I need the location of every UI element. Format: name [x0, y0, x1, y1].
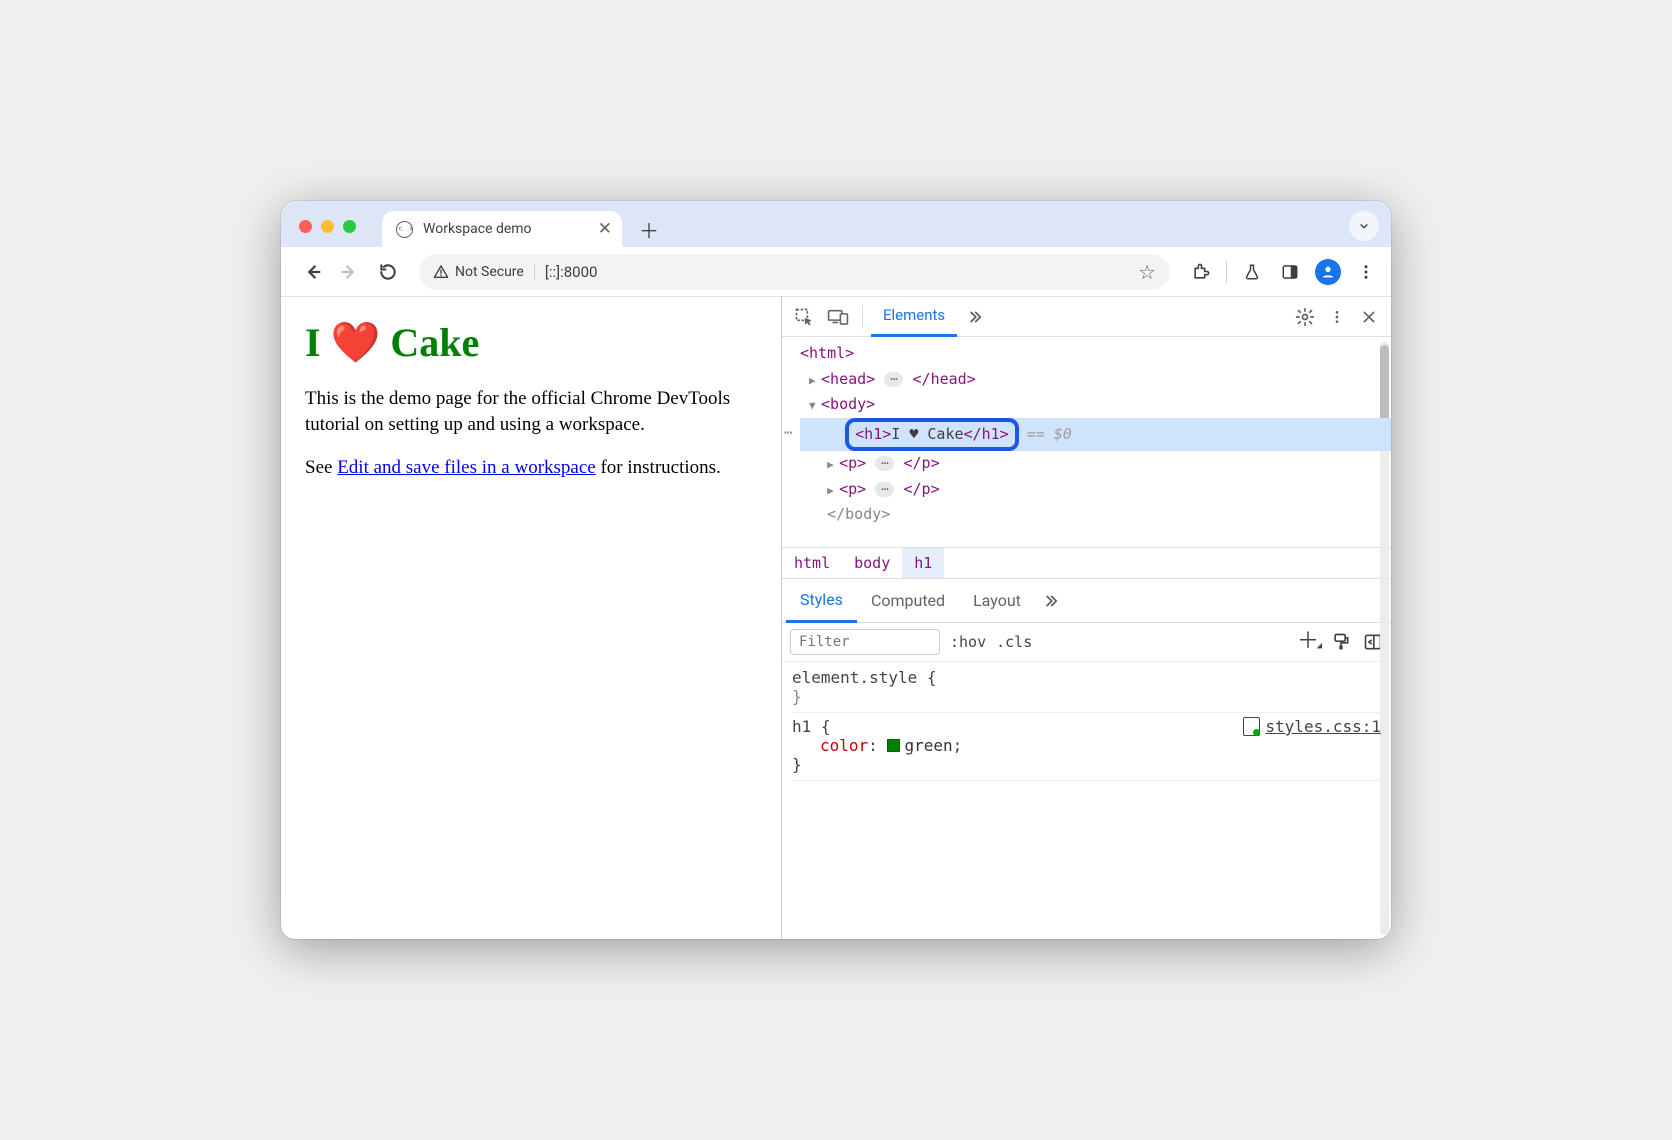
browser-tab[interactable]: Workspace demo ✕ — [382, 211, 622, 247]
page-paragraph-2: See Edit and save files in a workspace f… — [305, 455, 757, 481]
crumb-body[interactable]: body — [842, 548, 902, 578]
avatar-icon — [1315, 259, 1341, 285]
chevron-down-icon — [1357, 219, 1371, 233]
toolbar-icons — [1184, 255, 1383, 289]
address-bar[interactable]: Not Secure [::]:8000 ☆ — [419, 254, 1170, 290]
styles-tabbar: Styles Computed Layout — [782, 579, 1391, 623]
dom-tree[interactable]: <html> ▶<head> ⋯ </head> ▼<body> ⋯ <h1>I… — [782, 337, 1391, 547]
tab-close-button[interactable]: ✕ — [598, 219, 612, 239]
close-icon — [1361, 309, 1377, 325]
css-property[interactable]: color: green; — [792, 736, 1381, 755]
chevron-double-right-icon — [1042, 592, 1060, 610]
dom-node[interactable]: ▶<p> ⋯ </p> — [800, 477, 1391, 503]
styles-pane[interactable]: element.style { } styles.css:1 h1 { colo… — [782, 662, 1391, 939]
browser-window: Workspace demo ✕ ＋ Not Secure [::]:8000 … — [281, 201, 1391, 939]
back-button[interactable] — [295, 255, 329, 289]
cls-toggle[interactable]: .cls — [996, 633, 1032, 651]
devtools-panel: Elements <html> — [781, 297, 1391, 939]
paint-icon[interactable] — [1331, 632, 1351, 652]
minimize-window-button[interactable] — [321, 220, 334, 233]
extensions-button[interactable] — [1184, 255, 1218, 289]
new-style-rule-button[interactable]: ＋◢ — [1297, 635, 1319, 649]
chevron-double-right-icon — [966, 308, 984, 326]
close-window-button[interactable] — [299, 220, 312, 233]
menu-button[interactable] — [1349, 255, 1383, 289]
more-tabs-button[interactable] — [959, 301, 991, 333]
device-toggle-button[interactable] — [822, 301, 854, 333]
url-text: [::]:8000 — [545, 263, 598, 281]
styles-filter-input[interactable] — [790, 629, 940, 655]
reload-button[interactable] — [371, 255, 405, 289]
devtools-close-button[interactable] — [1353, 301, 1385, 333]
tab-title: Workspace demo — [423, 221, 532, 237]
more-subtabs-button[interactable] — [1035, 585, 1067, 617]
tab-strip: Workspace demo ✕ ＋ — [281, 201, 1391, 247]
devtools-settings-button[interactable] — [1289, 301, 1321, 333]
warning-icon — [433, 264, 449, 280]
inspect-icon — [794, 307, 814, 327]
labs-button[interactable] — [1235, 255, 1269, 289]
p2-post: for instructions. — [596, 457, 721, 478]
side-panel-button[interactable] — [1273, 255, 1307, 289]
puzzle-icon — [1192, 262, 1211, 281]
maximize-window-button[interactable] — [343, 220, 356, 233]
subtab-layout[interactable]: Layout — [959, 579, 1035, 623]
dom-breadcrumbs: html body h1 — [782, 547, 1391, 579]
tab-search-button[interactable] — [1349, 211, 1379, 241]
security-label: Not Secure — [455, 264, 524, 280]
page-viewport: I ❤️ Cake This is the demo page for the … — [281, 297, 781, 939]
tab-elements[interactable]: Elements — [871, 297, 957, 337]
dom-node: </body> — [800, 502, 1391, 528]
console-ref: == $0 — [1027, 422, 1072, 448]
p2-pre: See — [305, 457, 337, 478]
color-swatch[interactable] — [887, 739, 900, 752]
style-rule-h1[interactable]: styles.css:1 h1 { color: green; } — [792, 713, 1381, 781]
styles-toolbar: :hov .cls ＋◢ — [782, 623, 1391, 662]
dom-node[interactable]: ▼<body> — [800, 392, 1391, 418]
crumb-h1[interactable]: h1 — [902, 548, 944, 578]
workspace-docs-link[interactable]: Edit and save files in a workspace — [337, 457, 596, 478]
profile-button[interactable] — [1311, 255, 1345, 289]
hover-toggle[interactable]: :hov — [950, 633, 986, 651]
forward-button[interactable] — [333, 255, 367, 289]
crumb-html[interactable]: html — [782, 548, 842, 578]
rule-close: } — [792, 687, 1381, 706]
bookmark-button[interactable]: ☆ — [1138, 260, 1156, 284]
devtools-tabbar: Elements — [782, 297, 1391, 337]
kebab-icon — [1357, 263, 1375, 281]
separator — [862, 305, 863, 329]
toolbar: Not Secure [::]:8000 ☆ — [281, 247, 1391, 297]
security-chip[interactable]: Not Secure — [433, 264, 535, 280]
rule-selector: element.style { — [792, 668, 1381, 687]
content-area: I ❤️ Cake This is the demo page for the … — [281, 297, 1391, 939]
flask-icon — [1243, 263, 1261, 281]
row-actions-icon[interactable]: ⋯ — [784, 422, 793, 446]
new-tab-button[interactable]: ＋ — [634, 214, 664, 244]
style-rule-element[interactable]: element.style { } — [792, 664, 1381, 713]
subtab-styles[interactable]: Styles — [786, 579, 857, 623]
subtab-computed[interactable]: Computed — [857, 579, 959, 623]
window-controls — [299, 220, 356, 233]
panel-icon — [1281, 263, 1299, 281]
dom-node[interactable]: <html> — [800, 341, 1391, 367]
inspect-element-button[interactable] — [788, 301, 820, 333]
page-heading: I ❤️ Cake — [305, 319, 757, 366]
dom-node[interactable]: ▶<head> ⋯ </head> — [800, 367, 1391, 393]
highlighted-node: <h1>I ♥ Cake</h1> — [845, 418, 1019, 452]
page-paragraph-1: This is the demo page for the official C… — [305, 386, 757, 437]
gear-icon — [1295, 307, 1315, 327]
devtools-menu-button[interactable] — [1321, 301, 1353, 333]
separator — [1226, 261, 1227, 283]
kebab-icon — [1329, 309, 1345, 325]
rule-close: } — [792, 755, 1381, 774]
dom-node-selected[interactable]: ⋯ <h1>I ♥ Cake</h1> == $0 — [800, 418, 1391, 452]
dom-node[interactable]: ▶<p> ⋯ </p> — [800, 451, 1391, 477]
source-link[interactable]: styles.css:1 — [1243, 717, 1381, 736]
devices-icon — [827, 307, 849, 327]
globe-icon — [396, 221, 413, 238]
